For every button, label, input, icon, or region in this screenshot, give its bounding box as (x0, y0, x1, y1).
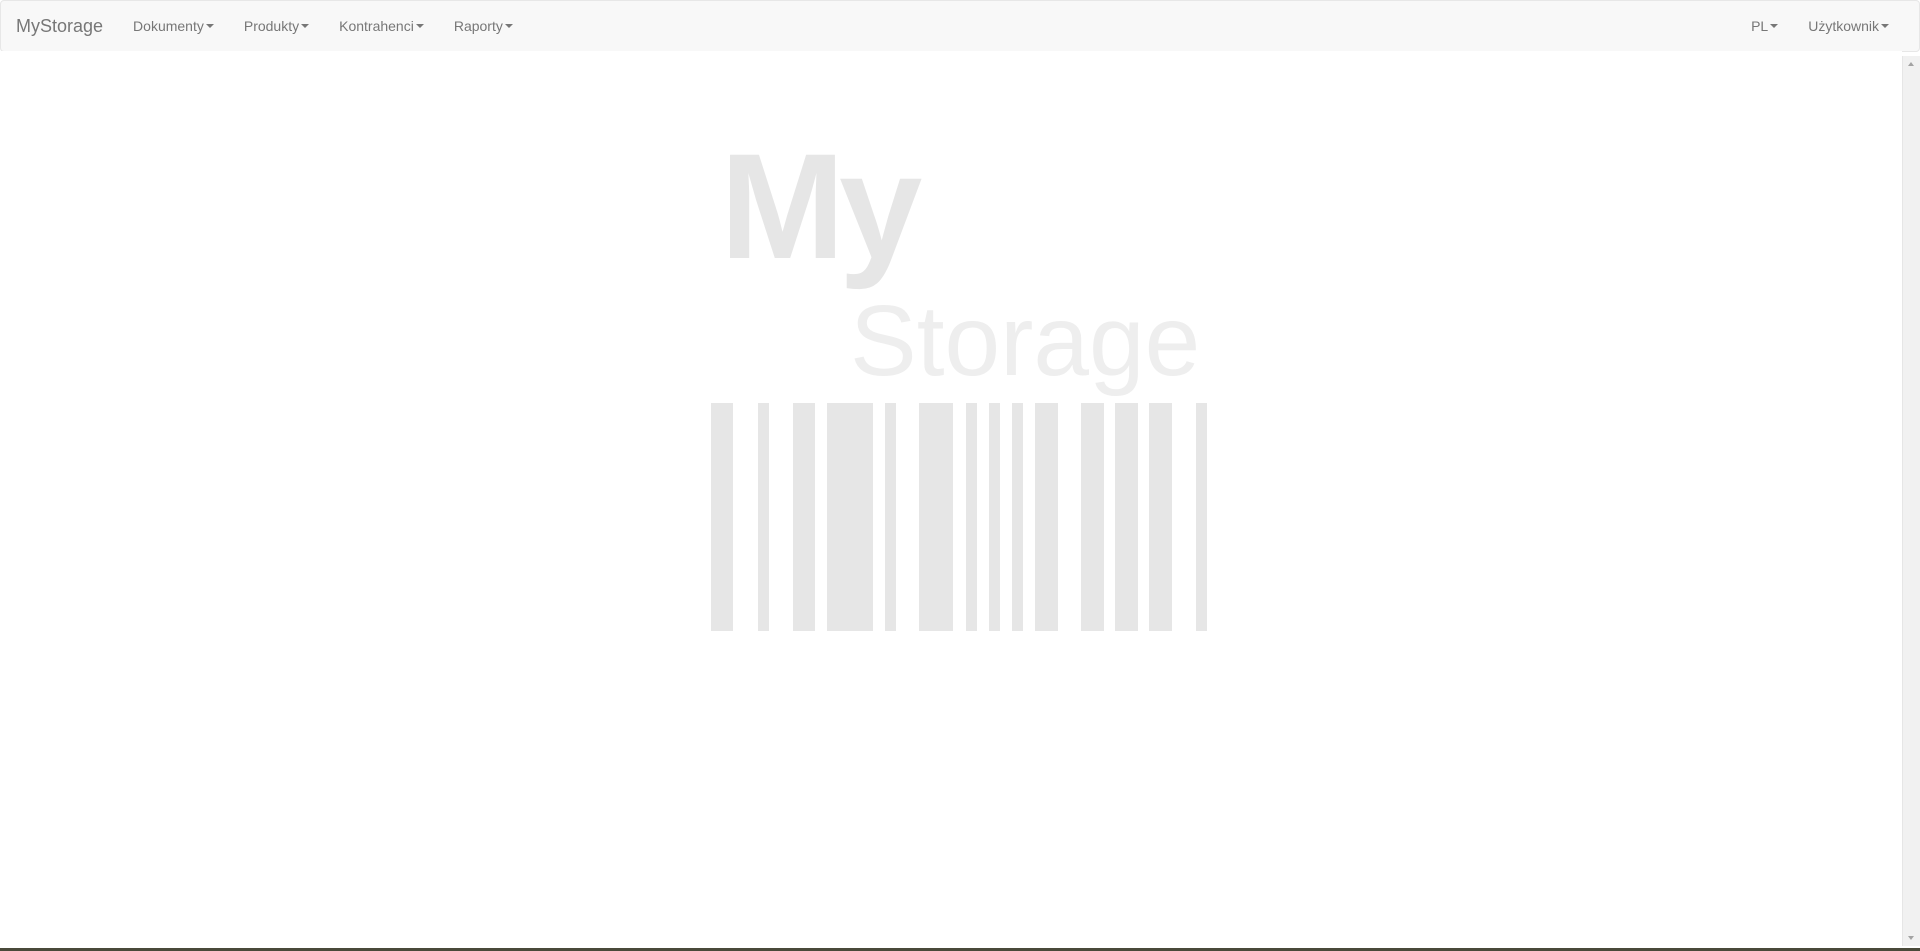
barcode-bar (827, 403, 873, 631)
barcode-bar (966, 403, 977, 631)
barcode-bar (989, 403, 1000, 631)
logo-my-text: My (720, 122, 922, 290)
barcode-bar (758, 403, 769, 631)
nav-left: MyStorage Dokumenty Produkty Kontrahenci… (1, 1, 528, 51)
barcode-bar (885, 403, 896, 631)
menu-raporty-label: Raporty (453, 18, 503, 34)
menu-raporty[interactable]: Raporty (439, 1, 528, 51)
barcode-bar (711, 403, 733, 631)
menu-dokumenty-label: Dokumenty (133, 18, 204, 34)
caret-down-icon (504, 24, 513, 28)
caret-down-icon (1881, 24, 1889, 28)
language-dropdown[interactable]: PL (1736, 1, 1793, 51)
menu-dokumenty[interactable]: Dokumenty (118, 1, 229, 51)
menu-produkty-label: Produkty (243, 18, 300, 34)
barcode-bar (1149, 403, 1172, 631)
caret-down-icon (415, 24, 424, 28)
barcode-bar (919, 403, 953, 631)
barcode-bar (1196, 403, 1207, 631)
nav-right: PL Użytkownik (1736, 1, 1919, 51)
caret-down-icon (1770, 24, 1779, 28)
language-label: PL (1751, 18, 1769, 34)
caret-down-icon (205, 24, 214, 28)
logo-storage-text: Storage (850, 285, 1201, 397)
barcode-bar (1115, 403, 1138, 631)
mystorage-logo: My Storage (700, 131, 1220, 651)
top-navbar: MyStorage Dokumenty Produkty Kontrahenci… (0, 0, 1920, 52)
user-label: Użytkownik (1808, 18, 1879, 34)
barcode-bar (1081, 403, 1104, 631)
barcode-graphic (700, 403, 1220, 633)
barcode-bar (1035, 403, 1058, 631)
menu-kontrahenci[interactable]: Kontrahenci (324, 1, 439, 51)
caret-down-icon (301, 24, 310, 28)
barcode-bar (1012, 403, 1023, 631)
scroll-up-icon[interactable] (1908, 62, 1914, 66)
barcode-bar (793, 403, 815, 631)
scroll-down-icon[interactable] (1908, 936, 1914, 940)
brand-link[interactable]: MyStorage (1, 1, 118, 51)
menu-produkty[interactable]: Produkty (229, 1, 324, 51)
vertical-scrollbar[interactable] (1902, 56, 1920, 946)
user-dropdown[interactable]: Użytkownik (1793, 1, 1919, 51)
main-content: My Storage (0, 51, 1902, 947)
menu-kontrahenci-label: Kontrahenci (339, 18, 414, 34)
